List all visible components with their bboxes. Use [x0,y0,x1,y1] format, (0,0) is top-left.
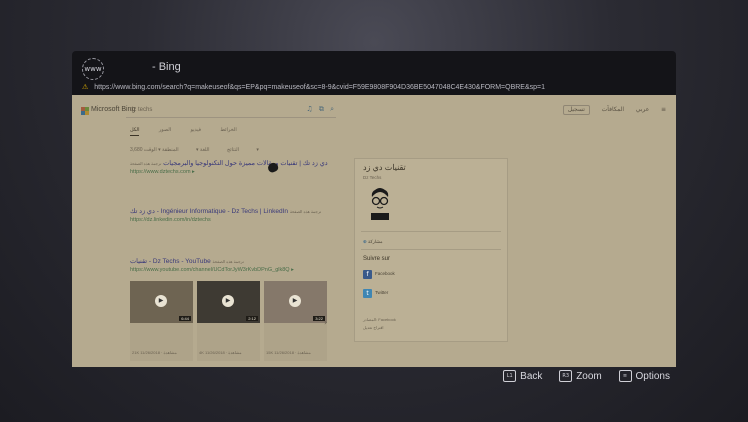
r3-button-icon: R3 [559,370,573,382]
options-label: Options [635,370,670,382]
tab-all[interactable]: الكل [130,127,140,136]
search-result: تقنيات - Dz Techs - YouTube ترجمة هذه ال… [130,257,346,273]
window-title: - Bing [152,61,181,73]
result-title-link[interactable]: تقنيات - Dz Techs - YouTube ترجمة هذه ال… [130,257,346,265]
console-controls: L1 Back R3 Zoom ≡ Options [489,369,670,383]
search-icon[interactable]: ⌕ [330,105,334,113]
result-title-link[interactable]: دي زد تك - Ingénieur Informatique - Dz T… [130,207,346,215]
video-meta: 15K مشاهدة · 11/26/2018 [266,350,311,355]
result-snippet [130,226,346,246]
filter-region[interactable]: المنطقة ▾ [158,147,179,153]
search-tabs: الكل الصور فيديو الخرائط [130,127,255,137]
search-filters: 3,680 النتائج اللغة ▾ المنطقة ▾ الوقت ▾ [130,147,275,153]
bing-results-page: Microsoft Bing dz techs ♫ ⧉ ⌕ عربي المكا… [72,95,676,367]
tab-videos[interactable]: فيديو [191,127,202,135]
microsoft-logo-icon[interactable] [81,107,89,115]
warning-icon: ⚠ [82,83,89,91]
bing-topbar: Microsoft Bing dz techs ♫ ⧉ ⌕ عربي المكا… [72,95,676,127]
result-url[interactable]: https://dz.linkedin.com/in/dztechs [130,217,346,223]
kp-suggest-edit[interactable]: اقتراح تعديل [363,325,384,330]
browser-header: www - Bing ⚠ https://www.bing.com/search… [72,51,676,95]
video-meta: 21K مشاهدة · 11/26/2018 [132,350,177,355]
kp-title: تقنيات دي زد [363,163,406,172]
result-snippet [130,178,346,198]
back-label: Back [520,370,543,382]
share-icon: ⊕ [363,240,367,245]
kp-social-heading: Suivre sur [363,256,391,262]
address-bar[interactable]: ⚠ https://www.bing.com/search?q=makeuseo… [82,83,666,93]
video-thumbnail[interactable]: ▶ 2:12 [197,281,260,323]
search-input[interactable]: dz techs ♫ ⧉ ⌕ [126,104,336,118]
url-text: https://www.bing.com/search?q=makeuseof&… [94,84,546,91]
video-title[interactable] [132,327,191,338]
video-card[interactable]: ▶ 6:44 21K مشاهدة · 11/26/2018 [130,281,193,361]
zoom-control[interactable]: R3 Zoom [559,370,602,382]
back-control[interactable]: L1 Back [503,370,542,382]
result-url[interactable]: https://www.dztechs.com ▸ [130,169,346,175]
facebook-link[interactable]: Facebook [375,271,395,276]
kp-subtitle: Dz Techs [363,175,382,180]
video-thumbnail[interactable]: ▶ 3:22 [264,281,327,323]
options-button-icon: ≡ [618,370,632,382]
play-icon: ▶ [155,295,167,307]
top-right-links: عربي المكافآت تسجيل ≡ [553,105,666,115]
kp-divider [361,249,501,250]
play-icon: ▶ [222,295,234,307]
hamburger-menu-icon[interactable]: ≡ [661,106,666,113]
share-button[interactable]: ⊕ مشاركة [363,239,383,245]
kp-divider [361,231,501,232]
chevron-right-icon[interactable]: › [324,318,327,327]
filter-language[interactable]: اللغة ▾ [196,147,210,153]
result-title-link[interactable]: دي زد تك | تقنيات ومقالات مميزة حول التك… [130,159,346,167]
result-url[interactable]: https://www.youtube.com/channel/UCdTorJy… [130,267,346,273]
video-duration: 2:12 [246,316,258,321]
search-result: دي زد تك | تقنيات ومقالات مميزة حول التك… [130,159,346,198]
video-title[interactable] [266,327,325,338]
video-carousel: ▶ 6:44 21K مشاهدة · 11/26/2018 ▶ 2:12 4K… [130,281,330,363]
search-query: dz techs [130,107,153,113]
video-thumbnail[interactable]: ▶ 6:44 [130,281,193,323]
video-meta: 4K مشاهدة · 11/26/2018 [199,350,242,355]
tab-images[interactable]: الصور [159,127,171,135]
video-card[interactable]: ▶ 3:22 15K مشاهدة · 11/26/2018 [264,281,327,361]
facebook-icon[interactable]: f [363,270,372,279]
zoom-label: Zoom [576,370,602,382]
kp-sources: المصادر: Facebook [363,317,396,322]
signin-button[interactable]: تسجيل [562,105,590,115]
site-icon: www [82,58,104,80]
search-result: دي زد تك - Ingénieur Informatique - Dz T… [130,207,346,246]
knowledge-panel: تقنيات دي زد Dz Techs ⊕ مشاركة Suivre su… [354,158,508,342]
tab-maps[interactable]: الخرائط [220,127,236,135]
options-control[interactable]: ≡ Options [618,370,670,382]
video-title[interactable] [199,327,258,338]
twitter-link[interactable]: Twitter [375,290,388,295]
visual-search-icon[interactable]: ⧉ [319,105,324,113]
mic-icon[interactable]: ♫ [306,105,312,113]
language-link[interactable]: عربي [636,107,650,113]
video-card[interactable]: ▶ 2:12 4K مشاهدة · 11/26/2018 [197,281,260,361]
video-duration: 6:44 [179,316,191,321]
l1-button-icon: L1 [503,370,517,382]
rewards-link[interactable]: المكافآت [602,107,624,113]
play-icon: ▶ [289,295,301,307]
twitter-icon[interactable]: t [363,289,372,298]
avatar [365,185,395,223]
